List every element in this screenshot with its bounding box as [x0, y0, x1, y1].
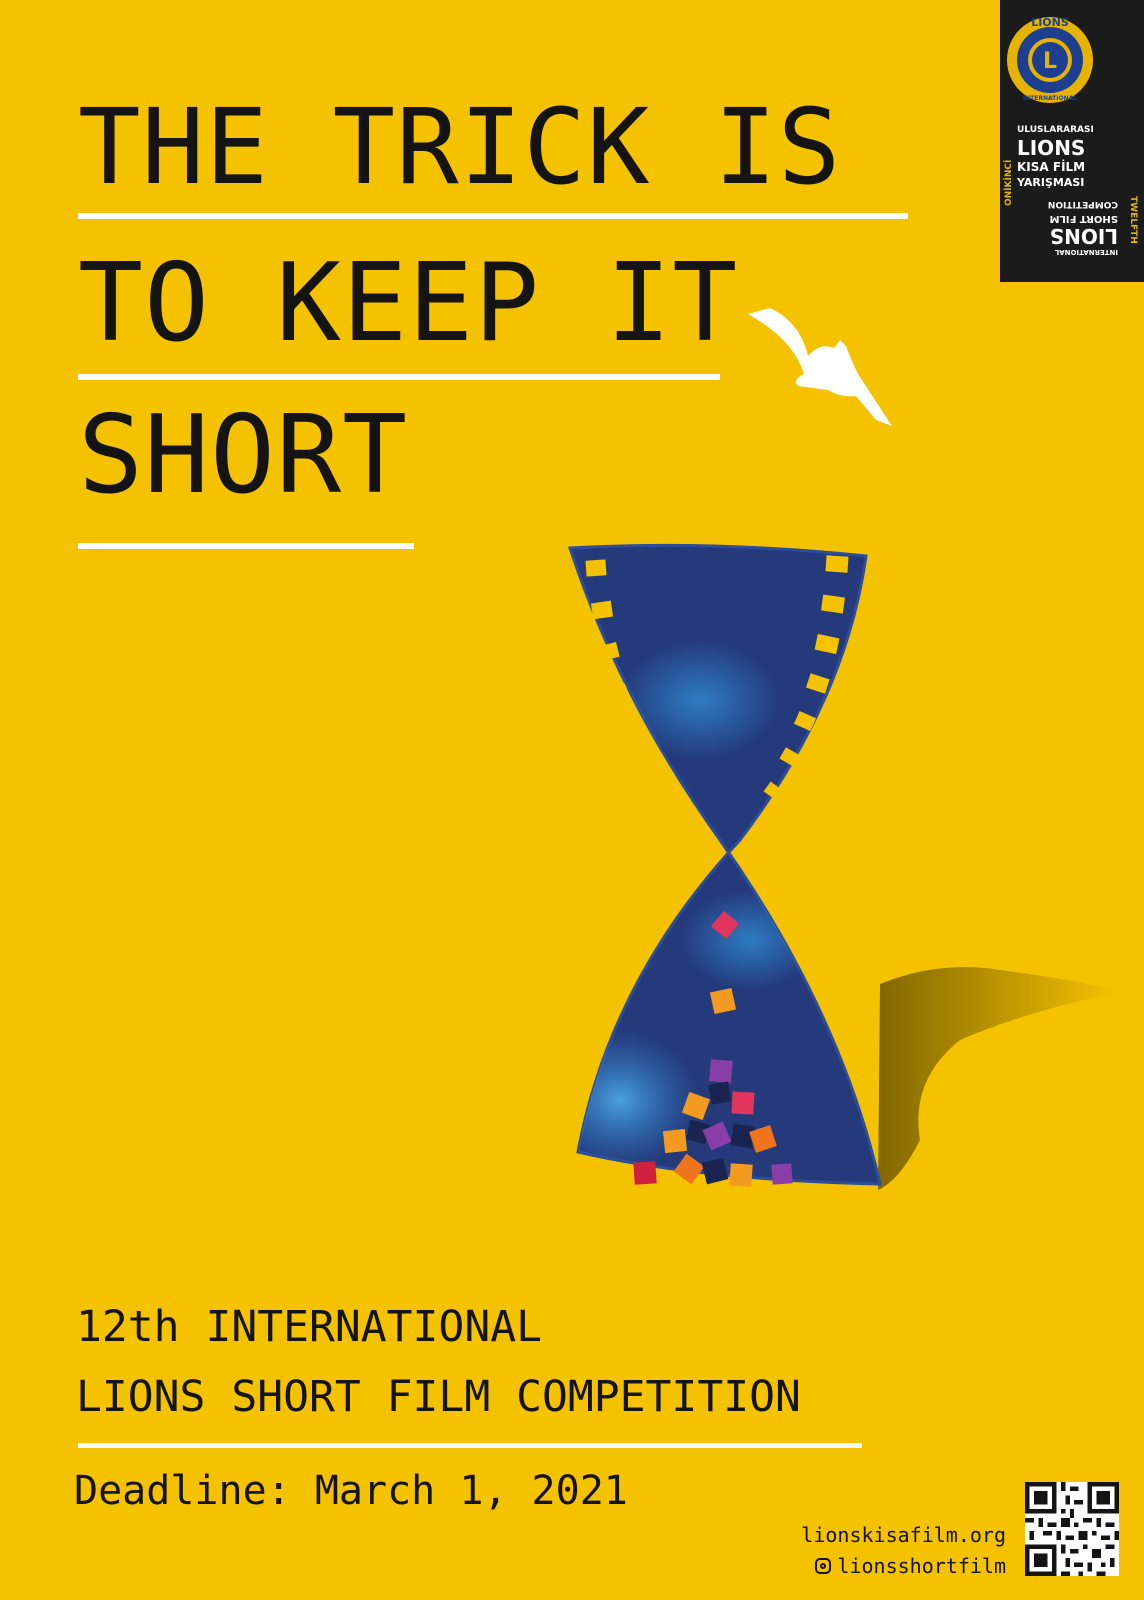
- badge-side-tr: ONİKİNCİ: [1003, 160, 1014, 206]
- badge-en-line-4: COMPETITION: [1048, 199, 1118, 209]
- website-link[interactable]: lionskisafilm.org: [801, 1523, 1006, 1547]
- event-title-line-1: 12th INTERNATIONAL: [76, 1302, 542, 1352]
- lions-competition-badge: LIONS INTERNATIONAL L ONİKİNCİ ULUSLARAR…: [1000, 0, 1144, 282]
- badge-tr-line-3: KISA FİLM: [1017, 159, 1085, 174]
- poster: THE TRICK IS TO KEEP IT SHORT LIONS INTE…: [0, 0, 1144, 1600]
- event-title-line-2: LIONS SHORT FILM COMPETITION: [76, 1372, 801, 1422]
- divider-1: [78, 213, 908, 219]
- deadline-text: Deadline: March 1, 2021: [74, 1468, 628, 1514]
- headline-line-2: TO KEEP IT: [78, 241, 739, 366]
- instagram-icon: [815, 1558, 832, 1574]
- seagull-icon: [748, 300, 908, 444]
- instagram-handle-text: lionsshortfilm: [837, 1554, 1006, 1578]
- badge-en-line-2: LIONS: [1050, 224, 1118, 248]
- divider-2: [78, 374, 720, 380]
- badge-en-line-1: INTERNATIONAL: [1054, 248, 1118, 256]
- emblem-ring-bottom: INTERNATIONAL: [1023, 95, 1077, 102]
- lions-emblem-icon: LIONS INTERNATIONAL L: [1007, 16, 1093, 103]
- divider-3: [78, 543, 414, 549]
- headline-line-1: THE TRICK IS: [78, 86, 842, 208]
- headline-line-3: SHORT: [78, 393, 409, 518]
- film-hourglass-illustration: [560, 540, 1140, 1244]
- emblem-ring-text: LIONS: [1031, 16, 1069, 29]
- emblem-letter: L: [1043, 49, 1057, 74]
- badge-side-en: TWELFTH: [1128, 196, 1138, 244]
- badge-en-line-3: SHORT FILM: [1049, 213, 1118, 224]
- badge-tr-line-1: ULUSLARARASI: [1017, 125, 1094, 135]
- divider-4: [78, 1443, 862, 1448]
- qr-code[interactable]: [1025, 1482, 1119, 1576]
- instagram-handle[interactable]: lionsshortfilm: [815, 1554, 1006, 1578]
- badge-tr-line-2: LIONS: [1017, 136, 1085, 160]
- badge-tr-line-4: YARIŞMASI: [1016, 176, 1084, 189]
